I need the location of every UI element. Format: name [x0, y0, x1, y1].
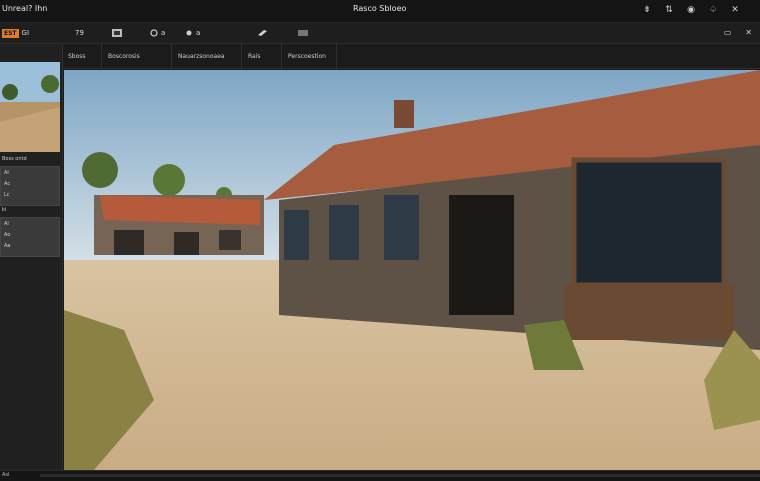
- status-text: Asl: [2, 472, 10, 478]
- main-toolbar: EST GI 79 a a ▭ ✕: [0, 23, 760, 44]
- bell-icon[interactable]: ♤: [708, 5, 718, 15]
- title-bar: Unreal? Ihn Rasco Sbloeo ⇟ ⇅ ◉ ♤ ✕: [0, 0, 760, 23]
- settings-icon[interactable]: a: [150, 27, 165, 39]
- left-panel-label: Boss ontd: [2, 156, 27, 162]
- window-icon[interactable]: ▭: [724, 28, 732, 37]
- close-icon[interactable]: ✕: [745, 28, 752, 37]
- app-title: Unreal? Ihn: [2, 4, 48, 13]
- tab-1[interactable]: Boscorosis: [102, 44, 172, 68]
- timeline-strip[interactable]: [40, 474, 760, 477]
- toolbar-item-1-label: 79: [75, 29, 84, 37]
- toolbar-item-grid[interactable]: 79: [75, 27, 84, 39]
- group-2-row-3: Aa: [4, 243, 11, 249]
- close-icon[interactable]: ✕: [730, 5, 740, 15]
- group-1-row-2: Ac: [4, 181, 11, 187]
- left-panel-sub-label: ki: [2, 207, 7, 213]
- wave-icon[interactable]: [298, 27, 308, 39]
- group-2-row-2: Ao: [4, 232, 11, 238]
- tab-2[interactable]: Nauarzsonoaea: [172, 44, 242, 68]
- toolbar-item-4-label: a: [196, 29, 201, 37]
- left-panel-group-2[interactable]: Al Ao Aa: [0, 217, 60, 257]
- scene-render: [64, 70, 760, 470]
- left-panel-group-1[interactable]: Al Ac Lc: [0, 166, 60, 206]
- left-panel: Boss ontd Al Ac Lc ki Al Ao Aa: [0, 44, 63, 470]
- window-controls: ⇟ ⇅ ◉ ♤ ✕: [642, 5, 740, 15]
- window-title: Rasco Sbloeo: [353, 4, 407, 13]
- sort-icon[interactable]: ⇅: [664, 5, 674, 15]
- group-1-row-1: Al: [4, 170, 9, 176]
- toolbar-mode-button[interactable]: EST GI: [2, 27, 29, 39]
- group-2-row-1: Al: [4, 221, 9, 227]
- tab-0[interactable]: Sboss: [62, 44, 102, 68]
- eye-icon[interactable]: a: [185, 27, 200, 39]
- scene-viewport[interactable]: [64, 70, 760, 470]
- status-bar: Asl: [0, 470, 760, 481]
- record-icon[interactable]: ◉: [686, 5, 696, 15]
- toolbar-end: ▭ ✕: [724, 28, 752, 37]
- toolbar-item-3-label: a: [161, 29, 166, 37]
- group-1-row-3: Lc: [4, 192, 10, 198]
- tab-4[interactable]: Perscoestion: [282, 44, 337, 68]
- brush-icon[interactable]: [258, 27, 268, 39]
- mode-badge: EST: [2, 28, 19, 38]
- tab-3[interactable]: Rais: [242, 44, 282, 68]
- pin-icon[interactable]: ⇟: [642, 5, 652, 15]
- toolbar-item-0-label: GI: [21, 29, 30, 37]
- layers-icon[interactable]: [112, 27, 122, 39]
- tab-bar: Sboss Boscorosis Nauarzsonoaea Rais Pers…: [62, 44, 760, 69]
